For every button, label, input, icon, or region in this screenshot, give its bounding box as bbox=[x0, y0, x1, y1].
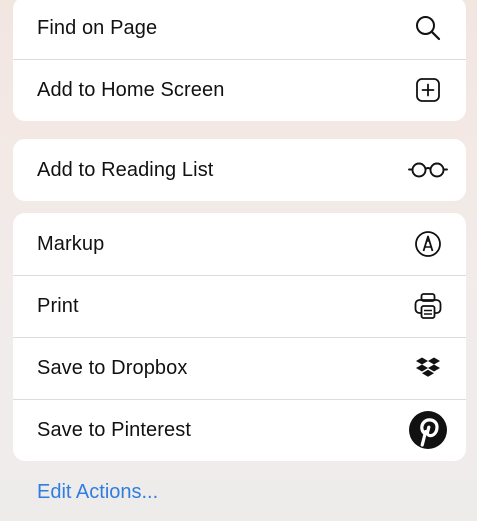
actions-group-2: Add to Reading List bbox=[13, 139, 466, 201]
find-on-page-action[interactable]: Find on Page bbox=[13, 0, 466, 59]
glasses-icon bbox=[406, 148, 450, 192]
add-to-reading-list-label: Add to Reading List bbox=[37, 158, 214, 181]
save-to-dropbox-action[interactable]: Save to Dropbox bbox=[13, 337, 466, 399]
markup-pen-icon bbox=[406, 222, 450, 266]
save-to-pinterest-action[interactable]: Save to Pinterest bbox=[13, 399, 466, 461]
actions-group-1: Find on Page Add to Home Screen bbox=[13, 0, 466, 121]
find-on-page-label: Find on Page bbox=[37, 16, 158, 39]
search-icon bbox=[406, 6, 450, 50]
printer-icon bbox=[406, 284, 450, 328]
print-label: Print bbox=[37, 294, 79, 317]
add-to-home-screen-action[interactable]: Add to Home Screen bbox=[13, 59, 466, 121]
actions-group-3: Markup Print Save to Dropbox Save to Pin… bbox=[13, 213, 466, 461]
add-square-icon bbox=[406, 68, 450, 112]
print-action[interactable]: Print bbox=[13, 275, 466, 337]
dropbox-icon bbox=[406, 346, 450, 390]
edit-actions-link[interactable]: Edit Actions... bbox=[37, 481, 158, 504]
pinterest-icon bbox=[406, 408, 450, 452]
markup-label: Markup bbox=[37, 232, 105, 255]
markup-action[interactable]: Markup bbox=[13, 213, 466, 275]
add-to-reading-list-action[interactable]: Add to Reading List bbox=[13, 139, 466, 201]
save-to-dropbox-label: Save to Dropbox bbox=[37, 356, 188, 379]
save-to-pinterest-label: Save to Pinterest bbox=[37, 418, 192, 441]
add-to-home-screen-label: Add to Home Screen bbox=[37, 78, 225, 101]
